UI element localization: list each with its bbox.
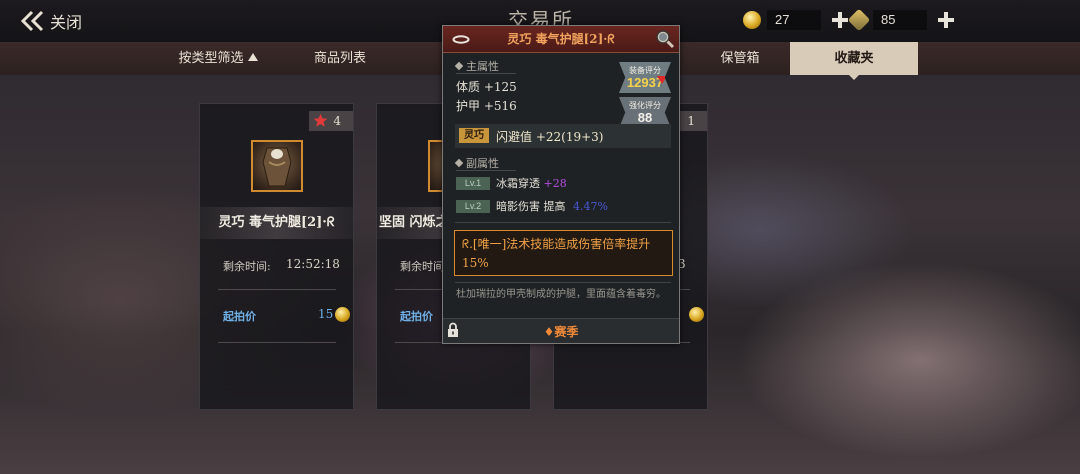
tooltip-title: 灵巧 毒气护腿[2]·ᖇ bbox=[507, 32, 615, 46]
triangle-up-icon bbox=[247, 53, 258, 61]
season-tag: ♦赛季 bbox=[543, 325, 579, 339]
gold-currency: 27 bbox=[743, 8, 849, 32]
tooltip-footer: ♦赛季 bbox=[443, 318, 679, 343]
starting-bid-value: 15 bbox=[318, 307, 334, 321]
double-chevron-left-icon bbox=[20, 10, 44, 32]
sub-level-badge: Lv.2 bbox=[456, 200, 490, 213]
divider bbox=[456, 170, 516, 171]
active-tab-indicator bbox=[849, 75, 859, 80]
starting-bid-label: 起拍价 bbox=[400, 310, 433, 323]
attribute-constitution: 体质 +125 bbox=[456, 80, 517, 94]
sub-attribute-value: +28 bbox=[543, 177, 567, 190]
sub-attribute-name: 暗影伤害 提高 bbox=[496, 200, 566, 213]
item-icon bbox=[251, 140, 303, 192]
down-arrow-icon bbox=[657, 76, 667, 84]
rank-value: 4 bbox=[333, 114, 341, 128]
rank-value: 1 bbox=[687, 114, 695, 128]
enhance-score-label: 强化评分 bbox=[629, 101, 661, 110]
sub-attribute-value: 4.47% bbox=[573, 200, 608, 213]
tab-label: 保管箱 bbox=[720, 51, 760, 66]
divider bbox=[218, 342, 336, 343]
close-label: 关闭 bbox=[50, 13, 83, 32]
remaining-time-value: 12:52:18 bbox=[286, 257, 340, 271]
tab-filter-by-type[interactable]: 按类型筛选 bbox=[168, 42, 268, 75]
star-icon bbox=[313, 113, 328, 127]
tab-storage[interactable]: 保管箱 bbox=[690, 42, 790, 75]
sub-attribute: 冰霜穿透 +28 bbox=[496, 175, 567, 191]
sub-attribute: 暗影伤害 提高 4.47% bbox=[496, 198, 608, 214]
divider bbox=[455, 222, 671, 223]
divider bbox=[218, 289, 336, 290]
tab-label: 收藏夹 bbox=[834, 51, 874, 66]
remaining-time-label: 剩余时间 bbox=[400, 260, 444, 273]
stat-tag: 灵巧 bbox=[459, 128, 489, 143]
sub-attribute-heading: 副属性 bbox=[456, 155, 499, 171]
divider bbox=[455, 282, 671, 283]
main-stat-row: 灵巧 闪避值 +22(19+3) bbox=[455, 124, 671, 148]
divider bbox=[456, 73, 516, 74]
starting-bid-label: 起拍价 bbox=[223, 310, 256, 323]
magnifier-icon[interactable] bbox=[655, 29, 675, 49]
crystal-currency: 85 bbox=[847, 8, 955, 32]
crystal-icon bbox=[847, 8, 871, 32]
add-gold-button[interactable] bbox=[831, 11, 849, 29]
enhance-score-value: 88 bbox=[637, 110, 653, 125]
gold-amount: 27 bbox=[767, 10, 821, 30]
gold-coin-icon bbox=[743, 11, 761, 29]
sub-level-badge: Lv.1 bbox=[456, 177, 490, 190]
tab-label: 商品列表 bbox=[313, 51, 366, 66]
season-label: 赛季 bbox=[554, 325, 579, 339]
gold-coin-icon bbox=[689, 307, 704, 322]
legendary-effect: ᖇ.[唯一]法术技能造成伤害倍率提升15% bbox=[454, 230, 673, 276]
remaining-time-label: 剩余时间: bbox=[223, 260, 271, 273]
close-button[interactable]: 关闭 bbox=[20, 8, 82, 34]
gold-coin-icon bbox=[335, 307, 350, 322]
item-card[interactable]: 4 灵巧 毒气护腿[2]·ᖇ 剩余时间: 12:52:18 起拍价 15 bbox=[199, 103, 354, 410]
tab-favorites[interactable]: 收藏夹 bbox=[790, 42, 918, 80]
leg-armor-icon bbox=[262, 147, 292, 187]
add-crystal-button[interactable] bbox=[937, 11, 955, 29]
favorite-rank-badge: 4 bbox=[309, 111, 353, 131]
sub-attribute-name: 冰霜穿透 bbox=[496, 177, 540, 190]
item-description: 杜加瑞拉的甲壳制成的护腿，里面蕴含着毒穷。 bbox=[456, 289, 666, 300]
item-tooltip: 灵巧 毒气护腿[2]·ᖇ 主属性 体质 +125 护甲 +516 装备评分 12… bbox=[442, 25, 680, 344]
tab-label: 按类型筛选 bbox=[178, 51, 244, 66]
attribute-armor: 护甲 +516 bbox=[456, 99, 517, 113]
tab-item-list[interactable]: 商品列表 bbox=[296, 42, 384, 75]
gear-score-label: 装备评分 bbox=[629, 66, 661, 75]
main-attribute-heading: 主属性 bbox=[456, 58, 499, 74]
item-name: 灵巧 毒气护腿[2]·ᖇ bbox=[200, 207, 353, 239]
crystal-amount: 85 bbox=[873, 10, 927, 30]
main-stat-text: 闪避值 +22(19+3) bbox=[496, 130, 604, 144]
gear-score-badge: 装备评分 12937 bbox=[619, 62, 671, 93]
